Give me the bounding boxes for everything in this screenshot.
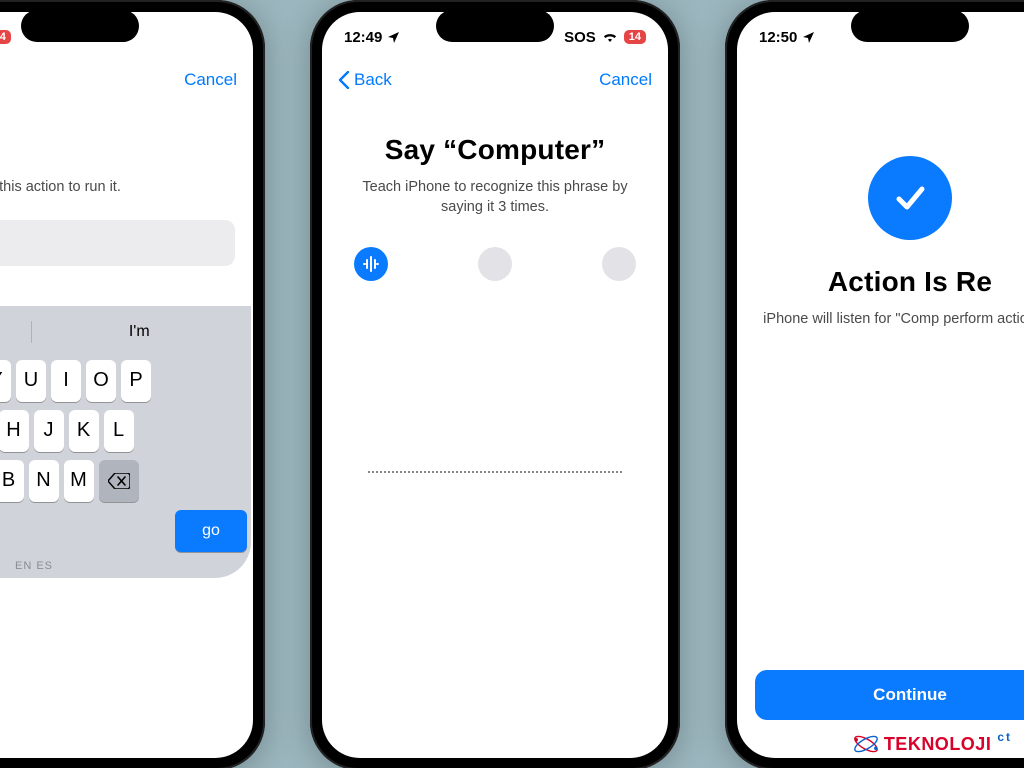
chevron-left-icon bbox=[338, 71, 350, 89]
watermark-logo: TEKNOLOJI ct bbox=[852, 730, 1012, 758]
backspace-key[interactable] bbox=[99, 460, 139, 502]
screen-1: SOS 14 Cancel stom Phrase ble phrase tha… bbox=[0, 12, 253, 758]
nav-bar bbox=[737, 58, 1024, 102]
cancel-button[interactable]: Cancel bbox=[184, 70, 237, 90]
page-title: Action Is Re bbox=[828, 266, 992, 298]
phone-3: 12:50 Action Is Re iPhone will listen fo… bbox=[725, 0, 1024, 768]
status-time: 12:50 bbox=[759, 29, 797, 46]
key-j[interactable]: J bbox=[34, 410, 64, 452]
phone-2: 12:49 SOS 14 Back Cancel Say “Computer” bbox=[310, 0, 680, 768]
wifi-icon bbox=[602, 31, 618, 43]
key-u[interactable]: U bbox=[16, 360, 46, 402]
recording-progress bbox=[354, 247, 636, 281]
command-name-input[interactable] bbox=[0, 220, 235, 266]
status-sos: SOS bbox=[564, 29, 596, 46]
keyboard-suggestions[interactable]: The I'm bbox=[0, 312, 247, 352]
sound-wave-icon bbox=[362, 255, 380, 273]
waveform-placeholder bbox=[368, 471, 622, 473]
screen-2: 12:49 SOS 14 Back Cancel Say “Computer” bbox=[322, 12, 668, 758]
page-title: Say “Computer” bbox=[385, 134, 606, 166]
progress-dot-2 bbox=[478, 247, 512, 281]
page-subtitle: iPhone will listen for "Comp perform act… bbox=[757, 310, 1024, 330]
key-n[interactable]: N bbox=[29, 460, 59, 502]
battery-badge: 14 bbox=[624, 30, 646, 44]
brand-suffix: ct bbox=[997, 730, 1012, 744]
key-h[interactable]: H bbox=[0, 410, 29, 452]
notch bbox=[21, 10, 139, 42]
back-button[interactable]: Back bbox=[338, 70, 392, 90]
page-subtitle: Teach iPhone to recognize this phrase by… bbox=[340, 178, 650, 217]
battery-badge: 14 bbox=[0, 30, 11, 44]
key-i[interactable]: I bbox=[51, 360, 81, 402]
go-key[interactable]: go bbox=[175, 510, 247, 552]
brand-text: TEKNOLOJI bbox=[884, 734, 992, 755]
key-l[interactable]: L bbox=[104, 410, 134, 452]
notch bbox=[436, 10, 554, 42]
location-icon bbox=[803, 32, 814, 43]
key-m[interactable]: M bbox=[64, 460, 94, 502]
key-p[interactable]: P bbox=[121, 360, 151, 402]
keyboard-row-2: F G H J K L bbox=[0, 410, 247, 452]
continue-button[interactable]: Continue bbox=[755, 670, 1024, 720]
brand-atom-icon bbox=[852, 730, 880, 758]
status-time: 12:49 bbox=[344, 29, 382, 46]
cancel-button[interactable]: Cancel bbox=[599, 70, 652, 90]
key-y[interactable]: Y bbox=[0, 360, 11, 402]
back-label: Back bbox=[354, 70, 392, 90]
checkmark-icon bbox=[888, 176, 932, 220]
progress-dot-3 bbox=[602, 247, 636, 281]
suggestion-2[interactable]: I'm bbox=[32, 323, 248, 341]
suggestion-1[interactable]: The bbox=[0, 323, 31, 341]
keyboard-row-3: C V B N M bbox=[0, 460, 247, 502]
content-1: stom Phrase ble phrase that is unique to… bbox=[0, 102, 253, 758]
phone-1: SOS 14 Cancel stom Phrase ble phrase tha… bbox=[0, 0, 265, 768]
progress-dot-1 bbox=[354, 247, 388, 281]
backspace-icon bbox=[108, 473, 130, 489]
screen-3: 12:50 Action Is Re iPhone will listen fo… bbox=[737, 12, 1024, 758]
page-subtitle: ble phrase that is unique to this action… bbox=[0, 178, 127, 198]
success-badge bbox=[868, 156, 952, 240]
location-icon bbox=[388, 32, 399, 43]
keyboard-row-1: R T Y U I O P bbox=[0, 360, 247, 402]
content-2: Say “Computer” Teach iPhone to recognize… bbox=[322, 102, 668, 758]
nav-bar: Back Cancel bbox=[322, 58, 668, 102]
content-3: Action Is Re iPhone will listen for "Com… bbox=[737, 102, 1024, 758]
keyboard-row-4: go bbox=[0, 510, 247, 552]
keyboard-language: EN ES bbox=[0, 560, 247, 572]
key-b[interactable]: B bbox=[0, 460, 24, 502]
notch bbox=[851, 10, 969, 42]
keyboard[interactable]: The I'm R T Y U I O P F G H J bbox=[0, 306, 251, 578]
nav-bar: Cancel bbox=[0, 58, 253, 102]
key-o[interactable]: O bbox=[86, 360, 116, 402]
key-k[interactable]: K bbox=[69, 410, 99, 452]
